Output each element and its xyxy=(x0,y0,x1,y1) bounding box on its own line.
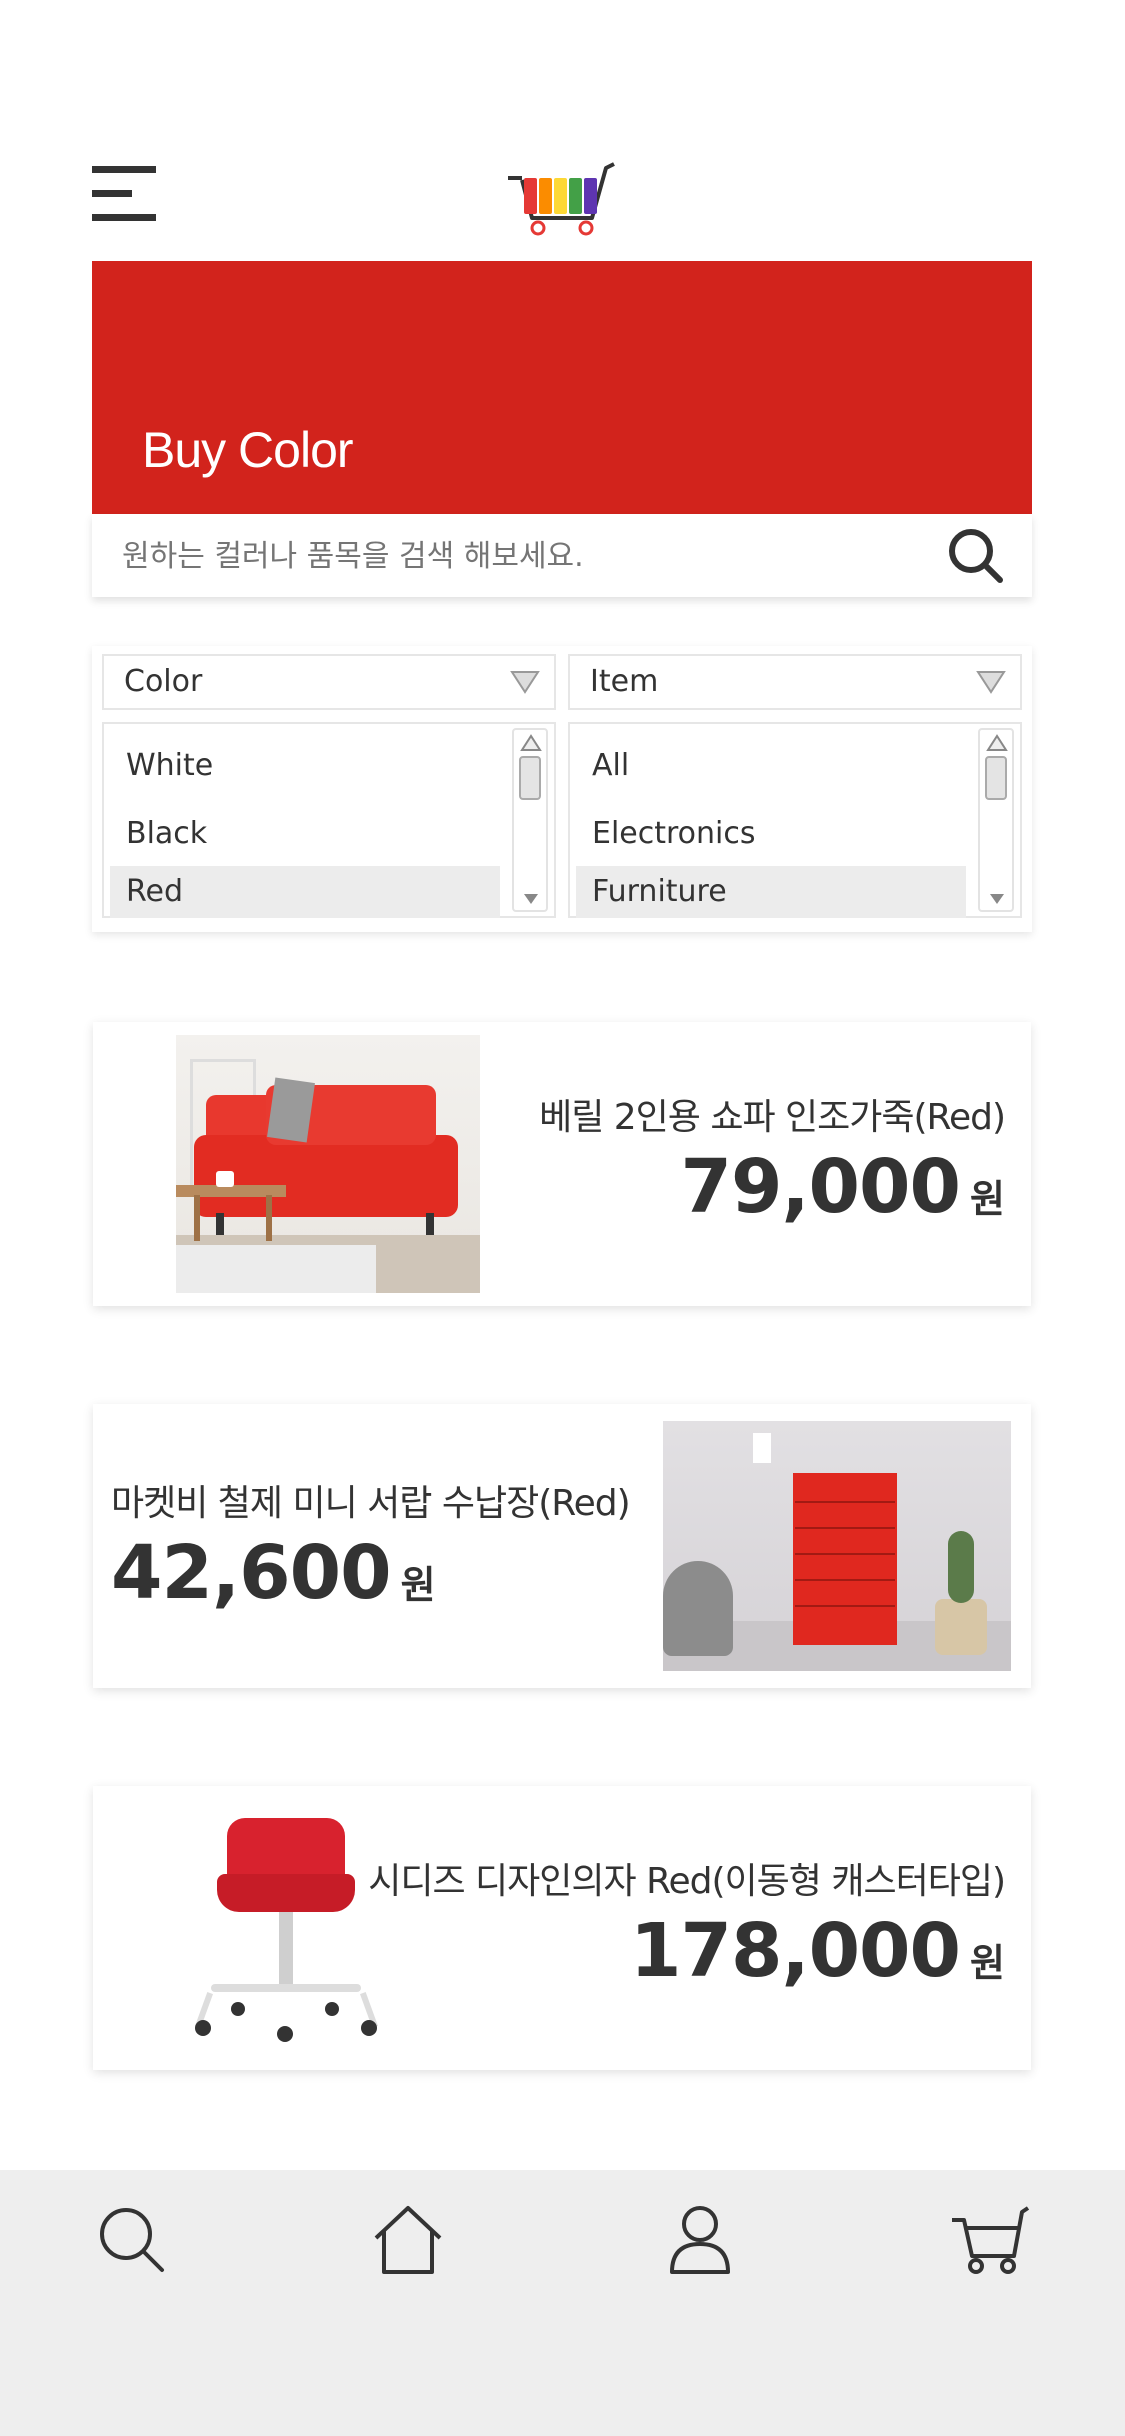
scroll-up-arrow-icon xyxy=(520,734,542,751)
currency-unit: 원 xyxy=(400,1563,436,1607)
color-list-scrollbar[interactable] xyxy=(512,728,548,912)
logo[interactable] xyxy=(508,160,616,236)
color-select-label: Color xyxy=(124,664,203,699)
item-options-list: All Electronics Furniture xyxy=(568,722,1022,918)
product-title: 베릴 2인용 쇼파 인조가죽(Red) xyxy=(539,1097,1006,1138)
scroll-up-arrow-icon xyxy=(986,734,1008,751)
nav-home-button[interactable] xyxy=(368,2200,448,2280)
color-option-black[interactable]: Black xyxy=(110,808,500,860)
search-input[interactable] xyxy=(120,526,924,586)
search-icon xyxy=(100,2208,164,2272)
color-option-red[interactable]: Red xyxy=(110,866,500,918)
product-price-row: 79,000 원 xyxy=(680,1144,1005,1230)
product-title: 마켓비 철제 미니 서랍 수납장(Red) xyxy=(111,1483,631,1524)
item-select-label: Item xyxy=(590,664,659,699)
product-card-chair[interactable]: 시디즈 디자인의자 Red(이동형 캐스터타입) 178,000 원 xyxy=(93,1786,1031,2070)
product-price-row: 178,000 원 xyxy=(630,1908,1005,1994)
color-select[interactable]: Color xyxy=(102,654,556,710)
scroll-thumb[interactable] xyxy=(985,756,1007,800)
banner: Buy Color xyxy=(92,261,1032,514)
search-button[interactable] xyxy=(948,528,1004,584)
scroll-thumb[interactable] xyxy=(519,756,541,800)
product-price-row: 42,600 원 xyxy=(111,1530,436,1616)
color-options-list: White Black Red xyxy=(102,722,556,918)
filters-panel: Color White Black Red Item All Electroni… xyxy=(92,646,1032,932)
banner-title: Buy Color xyxy=(142,422,354,478)
hamburger-menu-icon xyxy=(92,162,156,224)
product-card-drawer[interactable]: 마켓비 철제 미니 서랍 수납장(Red) 42,600 원 xyxy=(93,1404,1031,1688)
product-price: 178,000 xyxy=(629,1908,961,1994)
red-sofa-photo xyxy=(176,1035,480,1293)
red-drawer-cabinet-photo xyxy=(663,1421,1011,1671)
red-office-chair-photo xyxy=(171,1812,411,2052)
cart-icon xyxy=(952,2206,1030,2274)
item-filter: Item All Electronics Furniture xyxy=(558,646,1032,932)
search-bar xyxy=(92,514,1032,597)
nav-cart-button[interactable] xyxy=(950,2200,1030,2280)
product-price: 42,600 xyxy=(111,1530,392,1616)
product-card-sofa[interactable]: 베릴 2인용 쇼파 인조가죽(Red) 79,000 원 xyxy=(93,1022,1031,1306)
home-icon xyxy=(374,2206,442,2274)
rainbow-cart-logo xyxy=(508,162,615,236)
product-title: 시디즈 디자인의자 Red(이동형 캐스터타입) xyxy=(368,1861,1006,1902)
dropdown-arrow-icon xyxy=(976,671,1006,694)
bottom-nav xyxy=(0,2170,1125,2436)
nav-search-button[interactable] xyxy=(92,2200,172,2280)
user-icon xyxy=(670,2206,730,2274)
color-option-white[interactable]: White xyxy=(110,740,500,792)
currency-unit: 원 xyxy=(970,1177,1005,1221)
item-option-all[interactable]: All xyxy=(576,740,966,792)
item-select[interactable]: Item xyxy=(568,654,1022,710)
nav-profile-button[interactable] xyxy=(660,2200,740,2280)
currency-unit: 원 xyxy=(970,1941,1005,1985)
item-option-electronics[interactable]: Electronics xyxy=(576,808,966,860)
scroll-down-arrow-icon xyxy=(524,894,538,904)
scroll-down-arrow-icon xyxy=(990,894,1004,904)
product-price: 79,000 xyxy=(680,1144,961,1230)
item-list-scrollbar[interactable] xyxy=(978,728,1014,912)
color-filter: Color White Black Red xyxy=(92,646,558,932)
item-option-furniture[interactable]: Furniture xyxy=(576,866,966,918)
menu-button[interactable] xyxy=(92,162,156,224)
search-icon xyxy=(949,529,1003,583)
dropdown-arrow-icon xyxy=(510,671,540,694)
